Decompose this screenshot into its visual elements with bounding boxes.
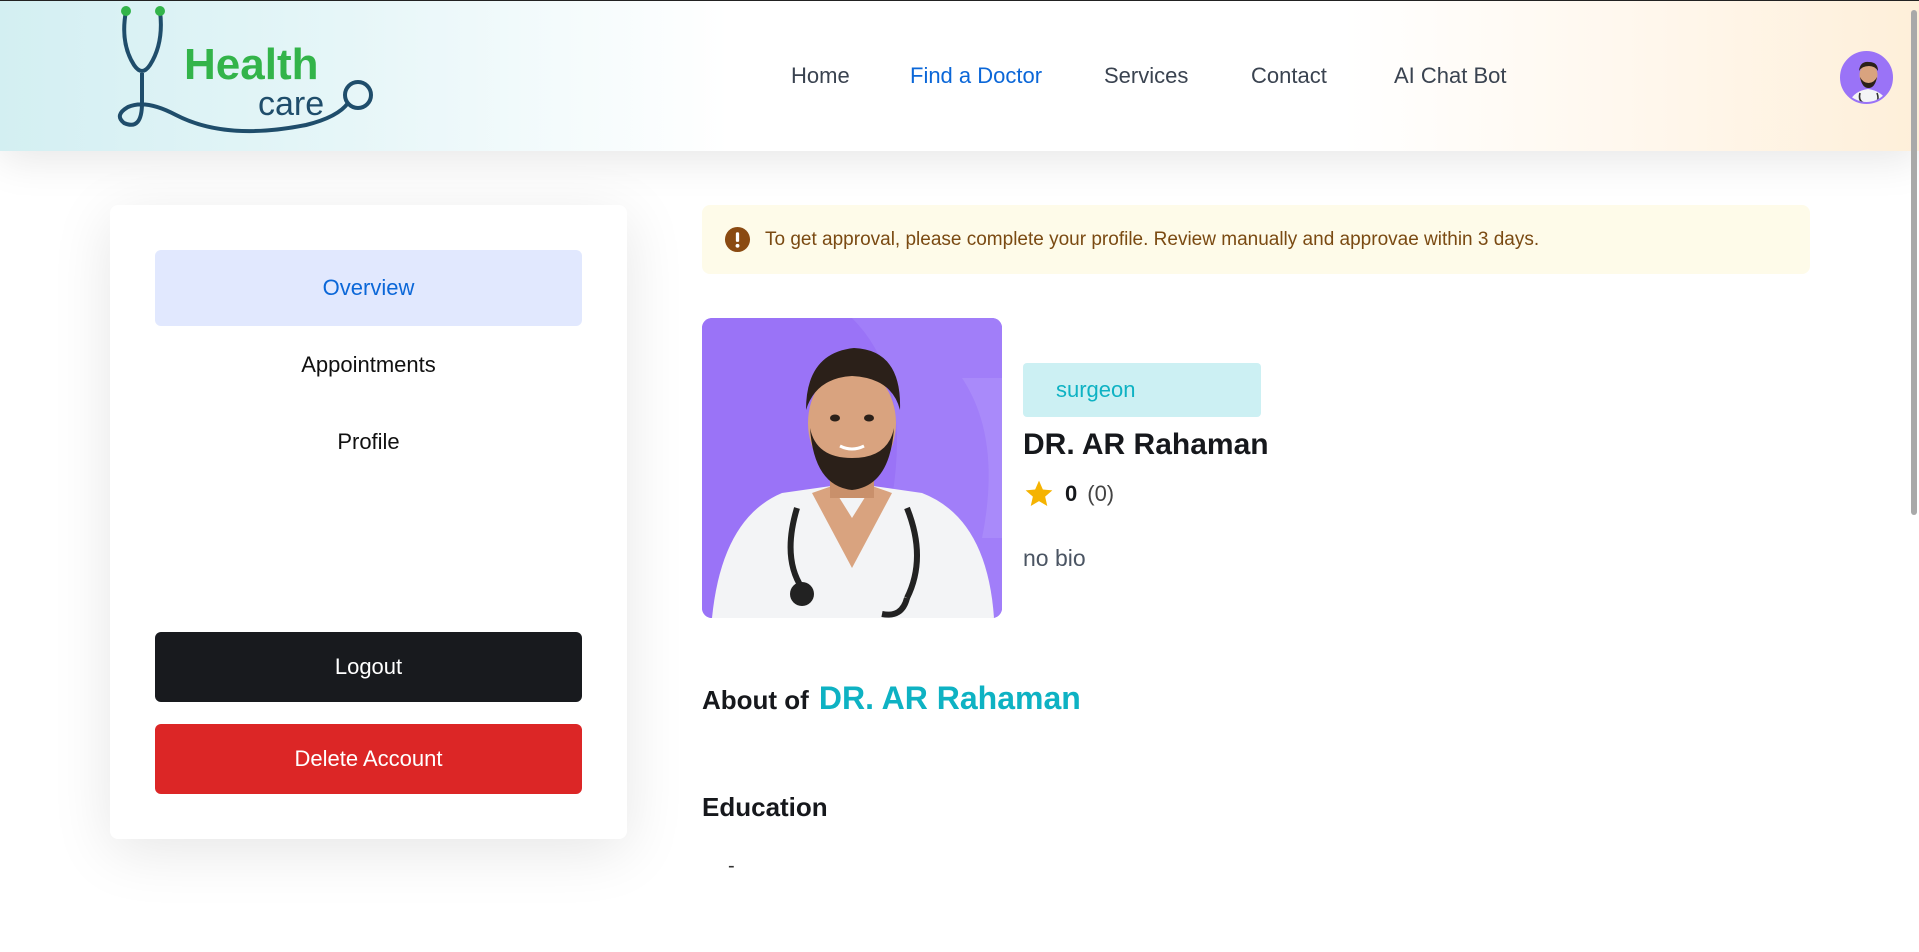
exclamation-circle-icon <box>724 226 751 253</box>
alert-message: To get approval, please complete your pr… <box>765 228 1540 250</box>
nav-home[interactable]: Home <box>791 63 850 89</box>
sidebar-tab-appointments[interactable]: Appointments <box>155 327 582 403</box>
nav-contact[interactable]: Contact <box>1251 63 1327 89</box>
education-empty-placeholder: - <box>728 855 735 877</box>
svg-text:Health: Health <box>184 40 318 89</box>
specialty-badge: surgeon <box>1023 363 1261 417</box>
dashboard-sidebar: Overview Appointments Profile Logout Del… <box>110 205 627 839</box>
star-icon <box>1025 480 1053 506</box>
about-heading: About of DR. AR Rahaman <box>702 680 1081 717</box>
avatar-doctor-icon <box>1842 53 1891 102</box>
healthcare-logo[interactable]: Health care <box>116 3 376 139</box>
about-prefix: About of <box>702 685 809 715</box>
education-heading: Education <box>702 792 828 822</box>
user-avatar[interactable] <box>1840 51 1893 104</box>
average-rating: 0 <box>1065 481 1078 506</box>
doctor-bio: no bio <box>1023 545 1086 571</box>
doctor-rating: 0 (0) <box>1023 478 1114 510</box>
nav-find-a-doctor[interactable]: Find a Doctor <box>910 63 1042 89</box>
sidebar-tab-overview[interactable]: Overview <box>155 250 582 326</box>
logout-button[interactable]: Logout <box>155 632 582 702</box>
svg-text:care: care <box>258 85 324 123</box>
rating-count: (0) <box>1087 481 1115 506</box>
about-doctor-name: DR. AR Rahaman <box>818 680 1081 716</box>
doctor-photo <box>702 318 1002 618</box>
nav-services[interactable]: Services <box>1104 63 1188 89</box>
page-scrollbar[interactable] <box>1911 10 1917 515</box>
approval-alert: To get approval, please complete your pr… <box>702 205 1810 274</box>
nav-ai-chat-bot[interactable]: AI Chat Bot <box>1394 63 1507 89</box>
site-header: Health care Home Find a Doctor Services … <box>0 0 1919 151</box>
doctor-portrait-image <box>702 318 1002 618</box>
doctor-name: DR. AR Rahaman <box>1023 428 1269 461</box>
delete-account-button[interactable]: Delete Account <box>155 724 582 794</box>
sidebar-tab-profile[interactable]: Profile <box>155 404 582 480</box>
